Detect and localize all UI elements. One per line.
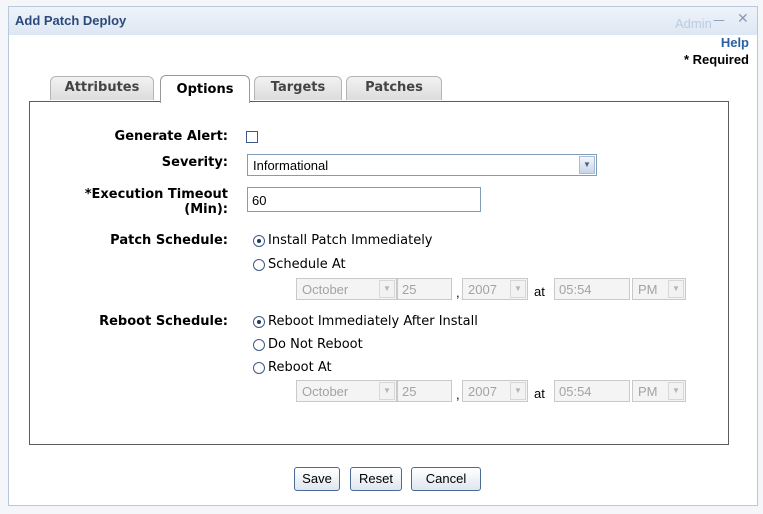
- reboot-month-select[interactable]: October ▼: [296, 380, 397, 402]
- patch-month-select[interactable]: October ▼: [296, 278, 397, 300]
- reboot-immediately-label[interactable]: Reboot Immediately After Install: [268, 314, 478, 329]
- do-not-reboot-radio[interactable]: [253, 339, 265, 351]
- chevron-down-icon[interactable]: ▼: [668, 382, 684, 400]
- install-immediately-label[interactable]: Install Patch Immediately: [268, 233, 433, 248]
- chevron-down-icon[interactable]: ▼: [379, 280, 395, 298]
- reboot-at-radio[interactable]: [253, 362, 265, 374]
- generate-alert-checkbox[interactable]: [246, 131, 258, 143]
- help-link[interactable]: Help: [721, 35, 749, 50]
- reboot-year-value: 2007: [468, 384, 497, 399]
- execution-timeout-label-line2: (Min):: [184, 202, 228, 217]
- reboot-time-value: 05:54: [559, 384, 592, 399]
- execution-timeout-label: *Execution Timeout (Min):: [30, 187, 228, 217]
- chevron-down-icon[interactable]: ▼: [379, 382, 395, 400]
- close-icon[interactable]: ✕: [737, 11, 749, 27]
- dialog-title: Add Patch Deploy: [15, 13, 127, 28]
- patch-month-value: October: [302, 282, 349, 297]
- tab-targets[interactable]: Targets: [254, 76, 342, 100]
- tab-attributes[interactable]: Attributes: [50, 76, 154, 100]
- reboot-day-input[interactable]: 25: [397, 380, 452, 402]
- do-not-reboot-label[interactable]: Do Not Reboot: [268, 337, 363, 352]
- background-admin-text: Admin: [675, 16, 712, 31]
- reset-button[interactable]: Reset: [350, 467, 402, 491]
- schedule-at-label[interactable]: Schedule At: [268, 257, 346, 272]
- severity-value: Informational: [253, 158, 329, 173]
- dialog-titlebar[interactable]: Add Patch Deploy Admin — ✕: [9, 7, 757, 35]
- reboot-ampm-value: PM: [638, 384, 658, 399]
- chevron-down-icon[interactable]: ▼: [510, 382, 526, 400]
- patch-ampm-select[interactable]: PM ▼: [632, 278, 686, 300]
- patch-day-value: 25: [402, 282, 417, 297]
- reboot-day-value: 25: [402, 384, 417, 399]
- reboot-month-value: October: [302, 384, 349, 399]
- patch-at-label: at: [534, 284, 545, 299]
- reboot-at-label[interactable]: Reboot At: [268, 360, 332, 375]
- patch-date-comma: ,: [456, 285, 460, 300]
- patch-time-input[interactable]: 05:54: [554, 278, 630, 300]
- install-immediately-radio[interactable]: [253, 235, 265, 247]
- cancel-button[interactable]: Cancel: [411, 467, 481, 491]
- patch-day-input[interactable]: 25: [397, 278, 452, 300]
- patch-year-select[interactable]: 2007 ▼: [462, 278, 528, 300]
- reboot-time-input[interactable]: 05:54: [554, 380, 630, 402]
- reboot-immediately-radio[interactable]: [253, 316, 265, 328]
- reboot-ampm-select[interactable]: PM ▼: [632, 380, 686, 402]
- reboot-at-text: at: [534, 386, 545, 401]
- patch-time-value: 05:54: [559, 282, 592, 297]
- chevron-down-icon[interactable]: ▼: [668, 280, 684, 298]
- execution-timeout-value: 60: [252, 193, 267, 208]
- execution-timeout-input[interactable]: 60: [247, 187, 481, 212]
- patch-schedule-label: Patch Schedule:: [110, 233, 228, 248]
- required-note: * Required: [683, 52, 749, 67]
- patch-year-value: 2007: [468, 282, 497, 297]
- execution-timeout-label-line1: *Execution Timeout: [84, 187, 228, 202]
- reboot-date-comma: ,: [456, 387, 460, 402]
- generate-alert-label: Generate Alert:: [114, 129, 228, 144]
- severity-label: Severity:: [161, 155, 228, 170]
- reboot-year-select[interactable]: 2007 ▼: [462, 380, 528, 402]
- schedule-at-radio[interactable]: [253, 259, 265, 271]
- chevron-down-icon[interactable]: ▼: [510, 280, 526, 298]
- patch-ampm-value: PM: [638, 282, 658, 297]
- minimize-icon[interactable]: —: [713, 13, 725, 27]
- reboot-schedule-label: Reboot Schedule:: [99, 314, 228, 329]
- save-button[interactable]: Save: [294, 467, 340, 491]
- chevron-down-icon[interactable]: ▼: [579, 156, 595, 174]
- tab-patches[interactable]: Patches: [346, 76, 442, 100]
- tab-options[interactable]: Options: [160, 75, 250, 103]
- severity-select[interactable]: Informational ▼: [247, 154, 597, 176]
